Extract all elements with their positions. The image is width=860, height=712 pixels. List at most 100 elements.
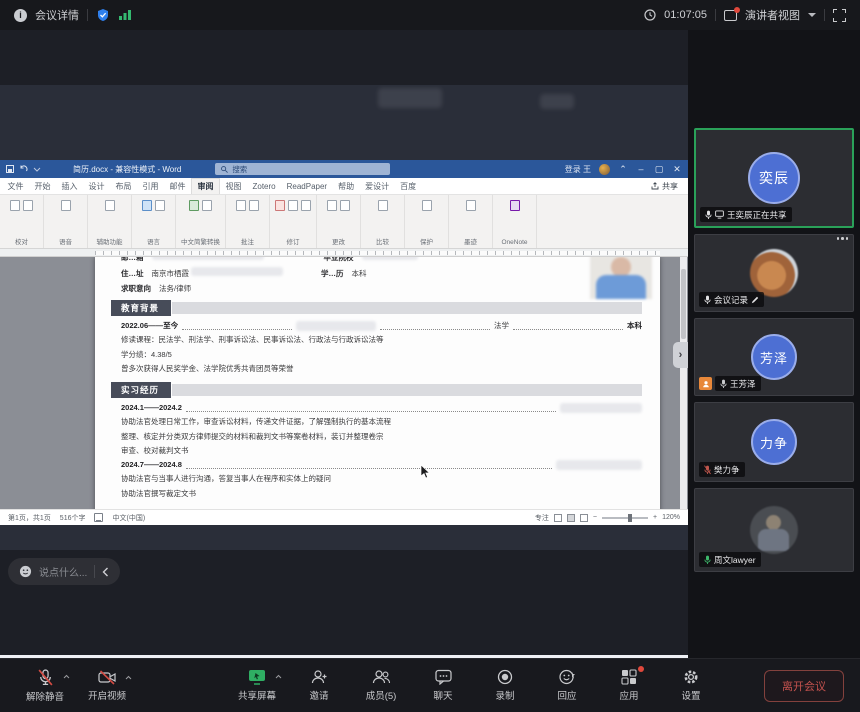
ribbon-group-language[interactable]: 语言 [132,195,176,248]
ribbon-group-chinese-conversion[interactable]: 中文简繁转换 [176,195,226,248]
close-button[interactable]: ✕ [672,164,682,175]
word-share-button[interactable]: 共享 [643,178,686,194]
language-indicator[interactable]: 中文(中国) [112,513,145,523]
zoom-percentage[interactable]: 120% [662,514,680,521]
record-button[interactable]: 录制 [476,669,534,702]
resume-line: 协助法官处理日常工作，审查诉讼材料，传递文件证据，了解强制执行的基本流程 [121,415,642,429]
share-screen-button[interactable]: 共享屏幕 [228,669,286,702]
redacted-address [191,267,283,276]
tab-view[interactable]: 视图 [220,178,247,194]
ribbon-group-comments[interactable]: 批注 [226,195,270,248]
page-indicator[interactable]: 第1页，共1页 [8,513,51,523]
participant-tile[interactable]: 芳泽 王芳泽 [694,318,854,396]
settings-button[interactable]: 设置 [662,669,720,702]
reactions-button[interactable]: 回应 [538,669,596,702]
chat-input-bar[interactable]: 说点什么... [8,558,120,585]
ribbon-group-changes[interactable]: 更改 [317,195,361,248]
print-layout-button[interactable] [567,514,575,522]
desktop-artifact [540,94,574,109]
field-value: 法务/律师 [159,283,191,294]
proofing-status-icon[interactable] [94,513,103,522]
user-avatar[interactable] [599,164,610,175]
customize-qat-icon[interactable] [33,165,41,173]
ribbon-group-proofing[interactable]: 校对 [0,195,44,248]
divider [824,9,825,21]
unmute-button[interactable]: 解除静音 [16,669,74,703]
ribbon-group-protect[interactable]: 保护 [405,195,449,248]
zoom-out-button[interactable]: − [593,514,597,521]
tab-design[interactable]: 设计 [83,178,110,194]
search-icon [221,166,228,173]
ribbon-group-tracking[interactable]: 修订 [270,195,317,248]
zoom-in-button[interactable]: + [653,514,657,521]
field-label: 毕业院校 [324,257,354,263]
minimize-button[interactable]: – [636,164,646,174]
more-options-icon[interactable] [837,237,849,240]
invite-button[interactable]: 邀请 [290,669,348,702]
tab-references[interactable]: 引用 [137,178,164,194]
ribbon-group-accessibility[interactable]: 辅助功能 [88,195,132,248]
tab-mailings[interactable]: 邮件 [164,178,191,194]
fullscreen-icon[interactable] [833,9,846,22]
participant-tile-sharing[interactable]: 奕辰 王奕辰正在共享 [694,128,854,228]
quick-access-toolbar[interactable] [6,165,41,173]
emoji-icon[interactable] [19,565,32,578]
tab-readpaper[interactable]: ReadPaper [281,178,332,194]
avatar: 力争 [751,419,797,465]
divider [715,9,716,21]
word-search-box[interactable]: 搜索 [215,163,390,175]
internship-entry: 2024.7——2024.8 [121,458,642,472]
members-icon [372,669,391,685]
tab-home[interactable]: 开始 [29,178,56,194]
screen-share-icon [715,210,724,219]
chevron-up-icon[interactable] [125,675,132,680]
ribbon-group-onenote[interactable]: OneNote [493,195,537,248]
horizontal-ruler[interactable] [0,249,688,257]
word-count[interactable]: 516个字 [60,513,86,523]
edit-pencil-icon[interactable] [751,296,759,304]
tab-layout[interactable]: 布局 [110,178,137,194]
participant-label: 会议记录 [714,294,748,306]
ribbon-group-ink[interactable]: 墨迹 [449,195,493,248]
screen-share-icon [248,669,266,685]
tab-help[interactable]: 帮助 [333,178,360,194]
meeting-details-button[interactable]: 会议详情 [35,7,79,23]
participant-tile[interactable]: 会议记录 [694,234,854,312]
network-signal-icon[interactable] [118,9,132,21]
tab-insert[interactable]: 插入 [56,178,83,194]
undo-icon[interactable] [19,165,28,173]
signin-label[interactable]: 登录 王 [565,164,591,175]
zoom-slider[interactable] [602,517,648,519]
start-video-button[interactable]: 开启视频 [78,670,136,702]
view-mode-selector[interactable]: 演讲者视图 [745,7,800,23]
chevron-up-icon[interactable] [63,674,70,679]
chevron-down-icon[interactable] [808,13,816,17]
security-shield-icon[interactable] [96,8,110,22]
tab-review[interactable]: 审阅 [191,178,220,194]
document-canvas[interactable]: 邮…箱 毕业院校 住…址 南京市栖霞 学…历 本科 求职意向 法务 [0,257,688,509]
leave-meeting-button[interactable]: 离开会议 [764,670,844,702]
ribbon-group-speech[interactable]: 语音 [44,195,88,248]
tab-aidesign[interactable]: 爱设计 [360,178,395,194]
participant-tile[interactable]: 周文lawyer [694,488,854,572]
tab-baidu[interactable]: 百度 [395,178,422,194]
restore-button[interactable]: ▢ [654,164,664,175]
ribbon-group-compare[interactable]: 比较 [361,195,405,248]
sidebar-collapse-handle[interactable]: › [673,342,688,368]
participant-label: 王芳泽 [730,378,756,390]
read-mode-button[interactable] [554,514,562,522]
web-layout-button[interactable] [580,514,588,522]
document-scrollbar[interactable] [680,257,687,509]
members-button[interactable]: 成员(5) [352,669,410,702]
collapse-chat-icon[interactable] [102,567,109,577]
participant-tile[interactable]: 力争 樊力争 [694,402,854,482]
tab-file[interactable]: 文件 [2,178,29,194]
save-icon[interactable] [6,165,14,173]
ribbon-options-button[interactable]: ⌃ [618,164,628,175]
participant-label: 王奕辰正在共享 [727,209,787,221]
tab-zotero[interactable]: Zotero [247,178,281,194]
focus-mode-button[interactable]: 专注 [535,513,549,523]
apps-button[interactable]: 应用 [600,669,658,702]
chat-button[interactable]: 聊天 [414,669,472,702]
chevron-up-icon[interactable] [275,674,282,679]
